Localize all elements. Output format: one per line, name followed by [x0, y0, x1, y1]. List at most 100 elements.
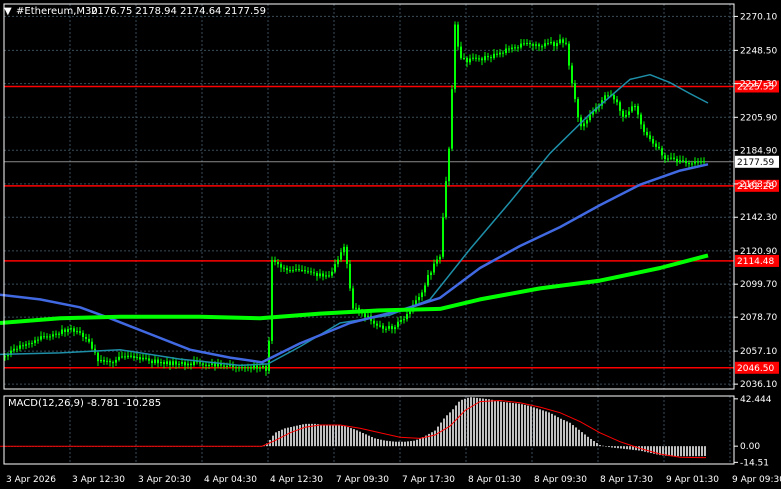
candle-body [409, 311, 411, 314]
macd-histogram-bar [470, 397, 472, 447]
candle-body [7, 354, 9, 357]
candle-body [349, 263, 351, 289]
candle-body [637, 106, 639, 115]
candle-body [325, 275, 327, 277]
candle-body [163, 362, 165, 365]
candle-body [355, 307, 357, 309]
macd-histogram-bar [686, 446, 688, 457]
candle-body [541, 46, 543, 48]
y-tick-label: 2248.50 [740, 46, 777, 56]
macd-histogram-bar [446, 415, 448, 447]
macd-histogram-bar [674, 446, 676, 457]
y-tick-label: 2163.50 [740, 180, 777, 190]
candle-body [286, 268, 288, 271]
candle-body [673, 157, 675, 159]
y-tick-label: 2227.30 [740, 80, 777, 90]
macd-histogram-bar [521, 404, 523, 447]
macd-title: MACD(12,26,9) -8.781 -10.285 [8, 398, 161, 409]
x-tick-label: 4 Apr 12:30 [270, 475, 323, 485]
macd-histogram-bar [335, 425, 337, 447]
candle-body [172, 361, 174, 366]
macd-histogram-bar [590, 439, 592, 447]
macd-histogram-bar [611, 446, 613, 448]
candle-body [202, 363, 204, 365]
candle-body [226, 365, 228, 367]
candle-body [394, 327, 396, 330]
macd-histogram-bar [626, 446, 628, 450]
macd-histogram-bar [491, 399, 493, 447]
macd-histogram-bar [440, 422, 442, 447]
candle-body [214, 363, 216, 367]
candle-body [124, 356, 126, 358]
symbol-title: #Ethereum,M30 [16, 6, 98, 17]
candle-body [421, 292, 423, 298]
candle-body [496, 53, 498, 55]
candle-body [646, 131, 648, 136]
candle-body [271, 259, 273, 341]
candle-body [703, 161, 705, 163]
macd-histogram-bar [383, 440, 385, 447]
candle-body [481, 58, 483, 61]
candle-body [118, 356, 120, 360]
candle-body [670, 157, 672, 159]
macd-histogram-bar [515, 403, 517, 447]
candle-body [304, 270, 306, 272]
menu-triangle-icon[interactable]: ▼ [4, 6, 12, 17]
x-tick-label: 3 Apr 20:30 [138, 475, 191, 485]
macd-histogram-bar [542, 410, 544, 447]
macd-histogram-bar [368, 435, 370, 447]
macd-histogram-bar [584, 434, 586, 447]
candle-body [433, 263, 435, 273]
macd-histogram-bar [587, 436, 589, 447]
macd-histogram-bar [320, 424, 322, 447]
macd-histogram-bar [464, 398, 466, 447]
candle-body [583, 123, 585, 127]
candle-body [472, 57, 474, 59]
candle-body [67, 329, 69, 332]
candle-body [142, 357, 144, 360]
candle-body [622, 110, 624, 117]
macd-histogram-bar [407, 441, 409, 447]
macd-histogram-bar [353, 429, 355, 447]
candle-body [445, 181, 447, 218]
candle-body [58, 333, 60, 335]
candle-body [451, 89, 453, 149]
candle-body [34, 340, 36, 343]
candle-body [316, 272, 318, 277]
y-tick-label: 2036.10 [740, 380, 777, 390]
candle-body [457, 24, 459, 47]
macd-histogram-bar [347, 427, 349, 447]
macd-histogram-bar [512, 403, 514, 447]
candle-body [418, 297, 420, 301]
macd-histogram-bar [539, 409, 541, 447]
candle-body [397, 321, 399, 328]
candle-body [373, 320, 375, 324]
macd-histogram-bar [338, 425, 340, 447]
macd-histogram-bar [455, 405, 457, 447]
ohlc-readout: 2176.75 2178.94 2174.64 2177.59 [91, 6, 266, 17]
candle-body [544, 43, 546, 47]
candle-body [262, 365, 264, 368]
candle-body [388, 326, 390, 329]
y-tick-label: 2057.10 [740, 347, 777, 357]
candle-body [613, 94, 615, 100]
candle-body [577, 99, 579, 118]
macd-histogram-bar [530, 406, 532, 447]
y-tick-label: 2120.90 [740, 247, 777, 257]
macd-histogram-bar [356, 430, 358, 447]
price-chart[interactable]: 2225.552162.282114.482046.502177.59 3 Ap… [0, 0, 781, 489]
candle-body [184, 362, 186, 366]
macd-histogram-bar [536, 408, 538, 447]
macd-histogram-bar [293, 426, 295, 447]
macd-histogram-bar [371, 437, 373, 447]
x-tick-label: 3 Apr 2026 [6, 475, 56, 485]
macd-histogram-bar [599, 445, 601, 447]
candle-body [430, 272, 432, 276]
macd-histogram-bar [494, 400, 496, 447]
candle-body [130, 355, 132, 357]
macd-histogram-bar [413, 440, 415, 447]
macd-histogram-bar [689, 446, 691, 457]
candle-body [109, 360, 111, 363]
candle-body [52, 334, 54, 337]
macd-histogram-bar [566, 421, 568, 447]
